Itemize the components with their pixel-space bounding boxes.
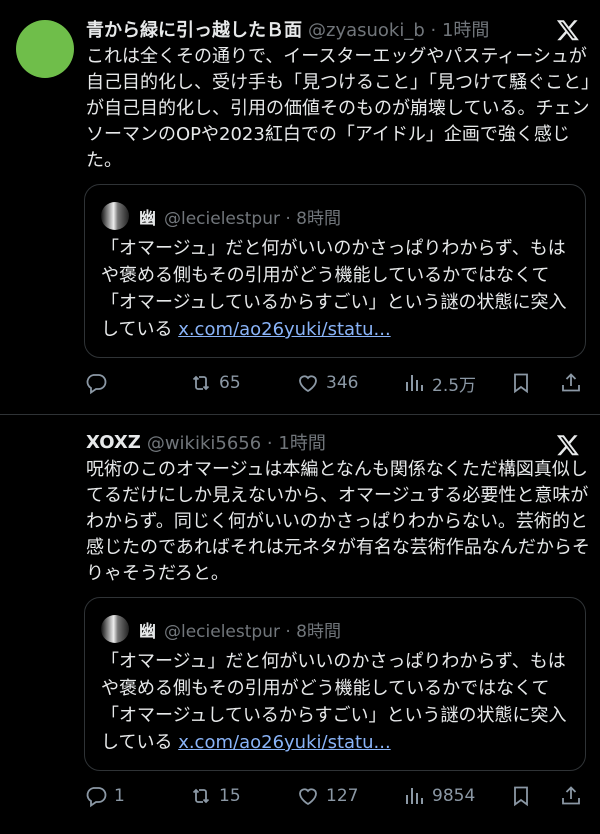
- quote-text-block: 「オマージュ」だと何がいいのかさっぱりわからず、もはや褒める側もその引用がどう機…: [101, 235, 571, 343]
- share-icon: [562, 373, 580, 392]
- views-button[interactable]: 2.5万: [402, 368, 476, 398]
- quote-author-handle: @lecielestpur · 8時間: [164, 208, 341, 229]
- like-count: 127: [326, 786, 359, 806]
- reply-icon: [86, 787, 107, 808]
- views-icon: [406, 788, 423, 804]
- quote-link[interactable]: x.com/ao26yuki/statu...: [178, 732, 390, 753]
- tweet-header: 青から緑に引っ越したＢ面 @zyasuoki_b · 1時間: [86, 14, 489, 44]
- like-button[interactable]: 346: [296, 368, 358, 398]
- views-icon: [406, 375, 423, 391]
- retweet-icon: [192, 375, 210, 391]
- tweet[interactable]: 青から緑に引っ越したＢ面 @zyasuoki_b · 1時間 これは全くその通り…: [0, 0, 600, 414]
- reply-button[interactable]: [84, 368, 114, 398]
- author-handle[interactable]: @zyasuoki_b · 1時間: [308, 16, 489, 42]
- avatar[interactable]: [16, 20, 74, 78]
- bookmark-button[interactable]: [509, 781, 533, 811]
- share-button[interactable]: [559, 781, 583, 811]
- retweet-button[interactable]: 65: [189, 368, 241, 398]
- quoted-tweet[interactable]: 幽 @lecielestpur · 8時間 「オマージュ」だと何がいいのかさっぱ…: [84, 597, 586, 771]
- quote-text-block: 「オマージュ」だと何がいいのかさっぱりわからず、もはや褒める側もその引用がどう機…: [101, 648, 571, 756]
- reply-icon: [86, 374, 107, 395]
- quoted-tweet[interactable]: 幽 @lecielestpur · 8時間 「オマージュ」だと何がいいのかさっぱ…: [84, 184, 586, 358]
- x-logo-icon: [556, 435, 579, 456]
- action-bar: 1 15 127 9854: [84, 781, 584, 811]
- tweet[interactable]: XOXZ @wikiki5656 · 1時間 呪術のこのオマージュは本編となんも…: [0, 414, 600, 834]
- tweet-text: 呪術のこのオマージュは本編となんも関係なくただ構図真似してるだけにしか見えないか…: [86, 459, 590, 584]
- like-icon: [299, 788, 317, 806]
- share-icon: [562, 786, 580, 805]
- author-name[interactable]: 青から緑に引っ越したＢ面: [86, 16, 302, 42]
- views-count: 9854: [432, 786, 476, 806]
- quote-avatar: [101, 202, 129, 230]
- quote-link[interactable]: x.com/ao26yuki/statu...: [178, 319, 390, 340]
- quote-header: 幽 @lecielestpur · 8時間: [101, 614, 341, 644]
- action-bar: 65 346 2.5万: [84, 368, 584, 398]
- reply-count: 1: [114, 786, 125, 806]
- retweet-button[interactable]: 15: [189, 781, 241, 811]
- retweet-count: 15: [219, 786, 241, 806]
- bookmark-button[interactable]: [509, 368, 533, 398]
- quote-author-name: 幽: [139, 208, 156, 229]
- quote-author-name: 幽: [139, 621, 156, 642]
- bookmark-icon: [514, 373, 528, 394]
- quote-header: 幽 @lecielestpur · 8時間: [101, 201, 341, 231]
- reply-button[interactable]: 1: [84, 781, 125, 811]
- views-count: 2.5万: [432, 375, 477, 396]
- quote-author-handle: @lecielestpur · 8時間: [164, 621, 341, 642]
- retweet-count: 65: [219, 373, 241, 393]
- x-logo-icon: [556, 20, 579, 41]
- quote-avatar: [101, 615, 129, 643]
- author-handle[interactable]: @wikiki5656 · 1時間: [147, 429, 326, 455]
- like-button[interactable]: 127: [296, 781, 358, 811]
- retweet-icon: [192, 788, 210, 804]
- views-button[interactable]: 9854: [402, 781, 475, 811]
- like-count: 346: [326, 373, 359, 393]
- like-icon: [299, 375, 317, 393]
- share-button[interactable]: [559, 368, 583, 398]
- tweet-header: XOXZ @wikiki5656 · 1時間: [86, 427, 326, 457]
- bookmark-icon: [514, 786, 528, 807]
- author-name[interactable]: XOXZ: [86, 432, 141, 453]
- tweet-text: これは全くその通りで、イースターエッグやパスティーシュが自己目的化し、受け手も「…: [86, 46, 590, 171]
